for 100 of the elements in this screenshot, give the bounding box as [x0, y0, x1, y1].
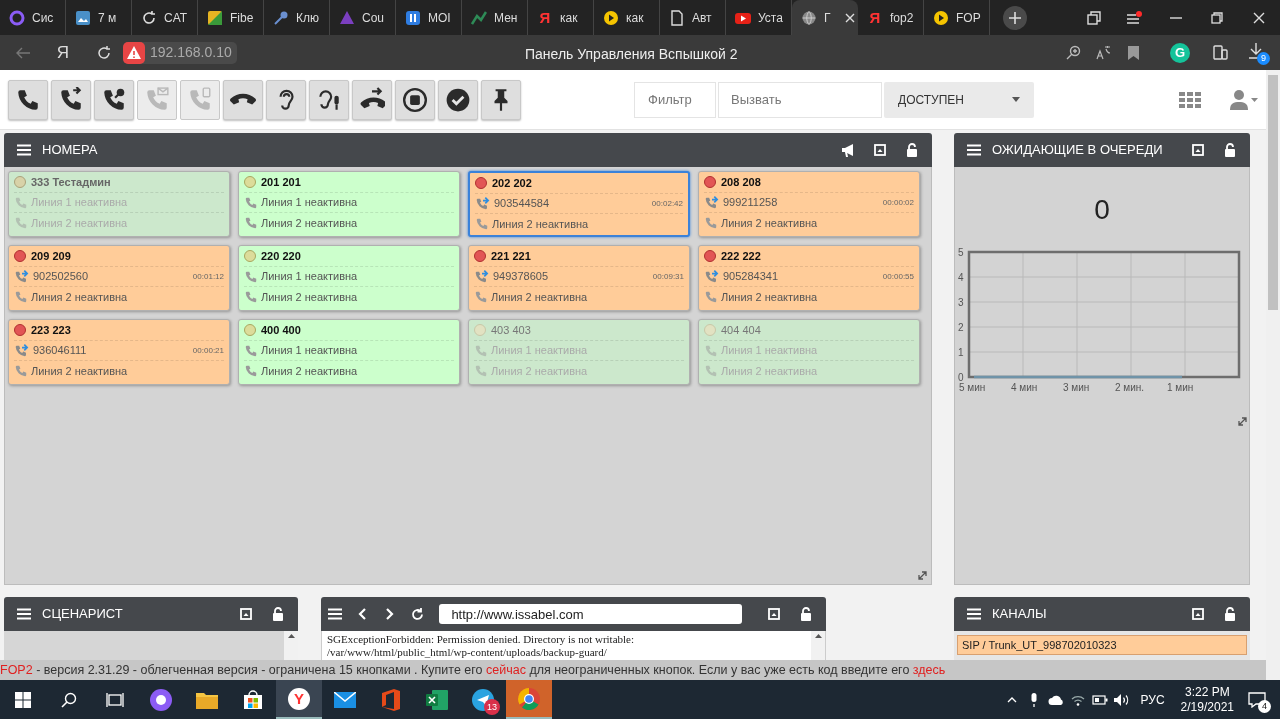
home-button[interactable]: Я [52, 41, 74, 64]
extension-card[interactable]: 403 403 Линия 1 неактивна Линия 2 неактивна [468, 319, 690, 385]
extension-card[interactable]: 202 202 903544584 00:02:42 Линия 2 неактивна [468, 171, 690, 237]
extension-card[interactable]: 209 209 902502560 00:01:12 Линия 2 неактивна [8, 245, 230, 311]
menu-icon [17, 608, 31, 620]
menu-button[interactable] [327, 606, 343, 622]
tab-title: Сис [32, 9, 54, 27]
folder-icon [196, 690, 218, 709]
window-icon [240, 608, 252, 620]
toolbar-button[interactable] [223, 79, 263, 120]
unlocked-icon [1224, 607, 1236, 621]
scrollbar[interactable] [811, 631, 825, 660]
up-arrow-icon [287, 634, 295, 638]
chart-icon [471, 9, 487, 26]
announce-button[interactable] [840, 142, 856, 158]
scrollbar[interactable] [284, 631, 298, 660]
handset-arrow-icon [474, 269, 490, 284]
lock-button[interactable] [1222, 606, 1238, 622]
language-indicator[interactable]: РУС [1140, 690, 1165, 709]
office-icon [382, 688, 400, 711]
lock-button[interactable] [798, 606, 814, 622]
image-icon [75, 9, 91, 26]
menu-icon [17, 144, 31, 156]
toolbar-button[interactable] [352, 79, 392, 120]
handset-icon [704, 290, 718, 304]
new-tab-button[interactable] [1003, 5, 1027, 30]
handset-arrow-icon [704, 269, 720, 284]
extensions-button[interactable] [1210, 44, 1230, 61]
menu-button[interactable] [16, 142, 32, 158]
channel-row[interactable]: SIP / Trunk_UT_998702010323 [957, 635, 1247, 655]
maximize-button[interactable] [1190, 606, 1206, 622]
extension-card[interactable]: 201 201 Линия 1 неактивна Линия 2 неактивна [238, 171, 460, 237]
tab-title: Cou [362, 9, 384, 27]
extension-card[interactable]: 223 223 936046111 00:00:21 Линия 2 неактивна [8, 319, 230, 385]
maximize-button[interactable] [238, 606, 254, 622]
clock[interactable]: 3:22 PM 2/19/2021 [1180, 684, 1234, 715]
page-text: /var/www/html/public_html/wp-content/uploads/backup-guard/ [327, 646, 608, 659]
toolbar-button[interactable] [395, 79, 435, 120]
handset-icon [474, 290, 488, 304]
maximize-button[interactable] [766, 606, 782, 622]
maximize-button[interactable] [872, 142, 888, 158]
taskbar-button[interactable]: 13 [460, 680, 506, 719]
window-icon [1192, 608, 1204, 620]
extension-card[interactable]: 221 221 949378605 00:09:31 Линия 2 неактивна [468, 245, 690, 311]
resize-icon [1238, 417, 1247, 426]
menu-button[interactable] [966, 606, 982, 622]
extension-card[interactable]: 404 404 Линия 1 неактивна Линия 2 неактивна [698, 319, 920, 385]
ring-icon [9, 9, 25, 26]
panel-title: НОМЕРА [42, 141, 98, 160]
toolbar-button[interactable] [481, 79, 521, 120]
notifications-button[interactable]: 4 [1248, 680, 1270, 719]
notification-count: 4 [1258, 700, 1271, 713]
toolbar-button[interactable] [309, 79, 349, 120]
lock-button[interactable] [270, 606, 286, 622]
axis-label: 4 [958, 272, 964, 283]
maximize-button[interactable] [1190, 142, 1206, 158]
waiting-count: 0 [1094, 193, 1110, 227]
line-status: Линия 2 неактивна [721, 289, 818, 305]
forward-icon [386, 608, 394, 620]
extension-card[interactable]: 400 400 Линия 1 неактивна Линия 2 неактивна [238, 319, 460, 385]
caller-number: 949378605 [493, 269, 549, 285]
extension-card[interactable]: 208 208 999211258 00:00:02 Линия 2 неактивна [698, 171, 920, 237]
extension-card[interactable]: 220 220 Линия 1 неактивна Линия 2 неактивна [238, 245, 460, 311]
extension-card[interactable]: 333 Тестадмин Линия 1 неактивна Линия 2 неактивна [8, 171, 230, 237]
axis-label: 0 [958, 372, 964, 383]
toolbar-button[interactable] [266, 79, 306, 120]
dial-field[interactable]: Вызвать [718, 81, 882, 118]
tab-title: fop2 [890, 9, 914, 27]
extension-card[interactable]: 222 222 905284341 00:00:55 Линия 2 неактивна [698, 245, 920, 311]
downloads-badge: 9 [1257, 51, 1270, 65]
toolbar-button[interactable] [94, 79, 134, 120]
reload-button[interactable] [409, 606, 426, 622]
unlocked-icon [906, 143, 918, 157]
clock-time: 3:22 PM [1184, 684, 1230, 700]
tab-title: как [560, 9, 578, 27]
toolbar-button[interactable] [438, 79, 478, 120]
call-duration: 00:01:12 [192, 270, 224, 283]
user-menu-button[interactable] [1230, 87, 1258, 112]
line-status: Линия 1 неактивна [261, 195, 358, 211]
toolbar-button[interactable] [51, 79, 91, 120]
axis-label: 5 мин [959, 382, 986, 393]
lock-button[interactable] [1222, 142, 1238, 158]
line-status: Линия 2 неактивна [492, 216, 589, 232]
tab-title: FOP [956, 9, 981, 27]
caller-number: 903544584 [494, 196, 550, 212]
line-status: Линия 2 неактивна [31, 215, 128, 231]
menu-button[interactable] [966, 142, 982, 158]
handset-icon [14, 216, 28, 230]
filter-field[interactable]: Фильтр [634, 81, 716, 118]
taskbar-button[interactable]: Y [276, 680, 322, 719]
reload-icon [411, 607, 425, 621]
handset-icon [14, 364, 28, 378]
url-field[interactable]: http://www.issabel.com [439, 604, 742, 624]
lock-button[interactable] [904, 142, 920, 158]
menu-button[interactable] [16, 606, 32, 622]
browser-tab[interactable]: Г [792, 0, 858, 35]
speech-bubble-icon [1248, 691, 1266, 708]
chevron-up-icon [1006, 696, 1017, 703]
presence-select[interactable]: ДОСТУПЕН [884, 81, 1034, 118]
toolbar-button[interactable] [8, 79, 48, 120]
